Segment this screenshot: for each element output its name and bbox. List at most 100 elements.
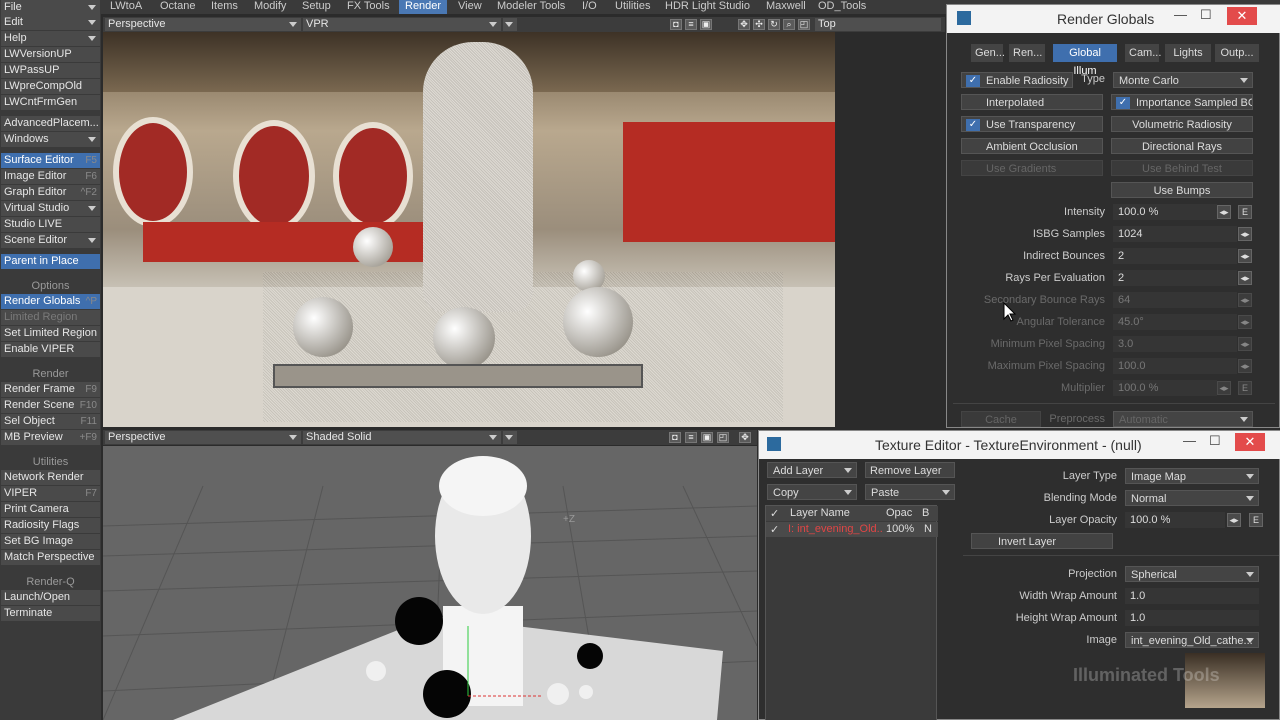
- projection-select[interactable]: Spherical: [1125, 566, 1259, 582]
- minimum-pixel-spacing-field[interactable]: 3.0: [1113, 336, 1237, 352]
- terminate-button[interactable]: Terminate: [1, 606, 100, 621]
- edit-menu[interactable]: Edit: [1, 15, 100, 30]
- arrows-icon[interactable]: ◂▸: [1217, 381, 1231, 395]
- menu-tab-hdr-light-studio[interactable]: HDR Light Studio: [659, 0, 756, 14]
- render-globals-titlebar[interactable]: Render Globals — ☐ ✕: [947, 5, 1280, 33]
- network-render-button[interactable]: Network Render: [1, 470, 100, 485]
- maximize-icon[interactable]: ☐: [1200, 7, 1212, 23]
- rays-per-evaluation-field[interactable]: 2: [1113, 270, 1237, 286]
- secondary-bounce-rays-field[interactable]: 64: [1113, 292, 1237, 308]
- layer-type-select[interactable]: Image Map: [1125, 468, 1259, 484]
- viewport-options-dropdown[interactable]: [503, 18, 517, 31]
- radiosity-flags-button[interactable]: Radiosity Flags: [1, 518, 100, 533]
- zoom-icon[interactable]: ⌕: [783, 19, 795, 30]
- use-behind-test-toggle[interactable]: Use Behind Test: [1111, 160, 1253, 176]
- cache-button[interactable]: Cache: [961, 411, 1041, 427]
- arrows-icon[interactable]: ◂▸: [1238, 249, 1252, 263]
- mb-preview-button[interactable]: MB Preview +F9: [1, 430, 100, 445]
- envelope-button[interactable]: E: [1238, 205, 1252, 219]
- render-scene-button[interactable]: Render Scene F10: [1, 398, 100, 413]
- menu-tab-od-tools[interactable]: OD_Tools: [812, 0, 872, 14]
- menu-tab-lwtoa[interactable]: LWtoA: [104, 0, 148, 14]
- arrows-icon[interactable]: ◂▸: [1217, 205, 1231, 219]
- tab-general[interactable]: Gen...: [971, 44, 1005, 62]
- render-mode-select[interactable]: VPR: [303, 18, 501, 31]
- blending-mode-select[interactable]: Normal: [1125, 490, 1259, 506]
- use-transparency-checkbox[interactable]: ✓ Use Transparency: [961, 116, 1103, 132]
- copy-button[interactable]: Copy: [767, 484, 857, 500]
- checkmark-icon[interactable]: ✓: [770, 523, 779, 536]
- multiplier-field[interactable]: 100.0 %: [1113, 380, 1217, 396]
- lwversionup-button[interactable]: LWVersionUP: [1, 47, 100, 62]
- menu-tab-modeler-tools[interactable]: Modeler Tools: [491, 0, 571, 14]
- move-icon[interactable]: ✥: [738, 19, 750, 30]
- view-type-select[interactable]: Perspective: [105, 18, 301, 31]
- minimize-icon[interactable]: —: [1183, 433, 1196, 448]
- tab-output[interactable]: Outp...: [1215, 44, 1259, 62]
- width-wrap-field[interactable]: 1.0: [1125, 588, 1259, 604]
- preprocess-select[interactable]: Automatic: [1113, 411, 1253, 427]
- tab-lights[interactable]: Lights: [1165, 44, 1211, 62]
- use-bumps-toggle[interactable]: Use Bumps: [1111, 182, 1253, 198]
- lwprecompold-button[interactable]: LWpreCompOld: [1, 79, 100, 94]
- menu-tab-fx-tools[interactable]: FX Tools: [341, 0, 396, 14]
- maximum-pixel-spacing-field[interactable]: 100.0: [1113, 358, 1237, 374]
- scene-editor-menu[interactable]: Scene Editor: [1, 233, 100, 248]
- minimize-icon[interactable]: —: [1174, 7, 1187, 22]
- bottom-view-type-select[interactable]: Perspective: [105, 431, 301, 444]
- arrows-icon[interactable]: ◂▸: [1238, 271, 1252, 285]
- parent-in-place-button[interactable]: Parent in Place: [1, 254, 100, 269]
- pan-icon[interactable]: ✣: [753, 19, 765, 30]
- tab-camera[interactable]: Cam...: [1125, 44, 1161, 62]
- menu-tab-render[interactable]: Render: [399, 0, 448, 14]
- list-icon[interactable]: ≡: [685, 432, 697, 443]
- top-view-select[interactable]: Top: [815, 18, 941, 31]
- menu-tab-io[interactable]: I/O: [576, 0, 603, 14]
- radiosity-type-select[interactable]: Monte Carlo: [1113, 72, 1253, 88]
- arrows-icon[interactable]: ◂▸: [1238, 315, 1252, 329]
- menu-tab-octane[interactable]: Octane: [154, 0, 201, 14]
- arrows-icon[interactable]: ◂▸: [1238, 293, 1252, 307]
- match-perspective-button[interactable]: Match Perspective: [1, 550, 100, 565]
- height-wrap-field[interactable]: 1.0: [1125, 610, 1259, 626]
- interpolated-toggle[interactable]: Interpolated: [961, 94, 1103, 110]
- volumetric-radiosity-toggle[interactable]: Volumetric Radiosity: [1111, 116, 1253, 132]
- studio-live-button[interactable]: Studio LIVE: [1, 217, 100, 232]
- lwcntfrmgen-button[interactable]: LWCntFrmGen: [1, 95, 100, 110]
- add-layer-button[interactable]: Add Layer: [767, 462, 857, 478]
- set-limited-region-button[interactable]: Set Limited Region: [1, 326, 100, 341]
- camera-icon[interactable]: ◘: [669, 432, 681, 443]
- help-menu[interactable]: Help: [1, 31, 100, 46]
- image-editor-button[interactable]: Image Editor F6: [1, 169, 100, 184]
- virtual-studio-menu[interactable]: Virtual Studio: [1, 201, 100, 216]
- sel-object-button[interactable]: Sel Object F11: [1, 414, 100, 429]
- print-camera-button[interactable]: Print Camera: [1, 502, 100, 517]
- file-menu[interactable]: File: [1, 0, 100, 15]
- remove-layer-button[interactable]: Remove Layer: [865, 462, 955, 478]
- bottom-viewport-options-dropdown[interactable]: [503, 431, 517, 444]
- camera-icon[interactable]: ◘: [670, 19, 682, 30]
- use-gradients-toggle[interactable]: Use Gradients: [961, 160, 1103, 176]
- set-bg-image-button[interactable]: Set BG Image: [1, 534, 100, 549]
- shading-mode-select[interactable]: Shaded Solid: [303, 431, 501, 444]
- close-icon[interactable]: ✕: [1235, 433, 1265, 451]
- limited-region-button[interactable]: Limited Region: [1, 310, 100, 325]
- invert-layer-toggle[interactable]: Invert Layer: [971, 533, 1113, 549]
- graph-editor-button[interactable]: Graph Editor ^F2: [1, 185, 100, 200]
- arrows-icon[interactable]: ◂▸: [1238, 337, 1252, 351]
- layer-opacity-field[interactable]: 100.0 %: [1125, 512, 1225, 528]
- menu-tab-utilities[interactable]: Utilities: [609, 0, 656, 14]
- image-select[interactable]: int_evening_Old_cathe...: [1125, 632, 1259, 648]
- menu-tab-setup[interactable]: Setup: [296, 0, 337, 14]
- lwpassup-button[interactable]: LWPassUP: [1, 63, 100, 78]
- vpr-render-viewport[interactable]: [103, 32, 835, 427]
- maximize-icon[interactable]: ☐: [1209, 433, 1221, 449]
- importance-sampled-bg-checkbox[interactable]: ✓ Importance Sampled BG: [1111, 94, 1253, 110]
- advanced-placement-button[interactable]: AdvancedPlacem...: [1, 116, 100, 131]
- menu-tab-modify[interactable]: Modify: [248, 0, 292, 14]
- arrows-icon[interactable]: ◂▸: [1227, 513, 1241, 527]
- menu-tab-view[interactable]: View: [452, 0, 488, 14]
- move-icon[interactable]: ✥: [739, 432, 751, 443]
- save-icon[interactable]: ▣: [701, 432, 713, 443]
- arrows-icon[interactable]: ◂▸: [1238, 227, 1252, 241]
